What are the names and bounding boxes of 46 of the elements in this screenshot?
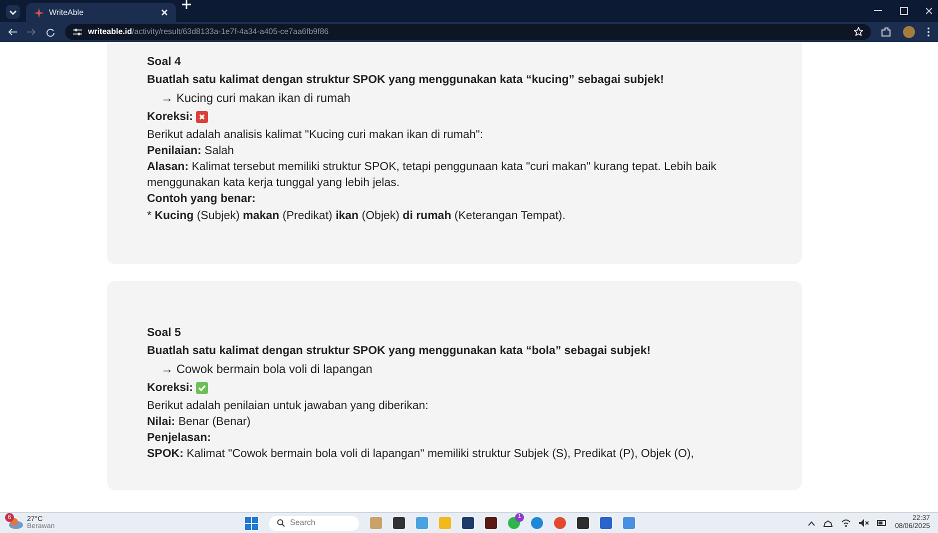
section-heading: Penjelasan: [147, 430, 212, 446]
site-settings-icon[interactable] [73, 28, 82, 36]
tab-title: WriteAble [49, 6, 84, 18]
feedback-text: Nilai: Benar (Benar) [147, 414, 252, 430]
question-title: Soal 5 [147, 326, 182, 341]
correction-label: Koreksi: [147, 110, 194, 125]
app-icon[interactable] [577, 517, 589, 529]
maximize-icon[interactable] [900, 7, 908, 15]
browser-tab[interactable]: WriteAble [26, 3, 176, 22]
search-icon [277, 519, 285, 527]
answer-text: → Kucing curi makan ikan di rumah [160, 90, 352, 107]
app-icon[interactable] [485, 517, 497, 529]
correction-label: Koreksi: [147, 380, 194, 396]
new-tab-icon[interactable] [182, 0, 191, 10]
feedback-text: SPOK: Kalimat "Cowok bermain bola voli di lapangan" memiliki struktur Subjek (S), Predikat (P), Objek (O), [147, 447, 695, 462]
site-logo-icon [34, 8, 44, 18]
battery-icon[interactable] [876, 520, 887, 526]
menu-icon[interactable] [927, 27, 930, 37]
app-icon[interactable] [393, 517, 405, 529]
wifi-icon[interactable] [840, 519, 851, 527]
tab-search-icon[interactable] [6, 5, 20, 19]
question-prompt: Buatlah satu kalimat dengan struktur SPOK yang menggunakan kata “kucing” sebagai subjek! [147, 73, 665, 88]
speaker-muted-icon[interactable] [858, 519, 869, 527]
feedback-text: Berikut adalah analisis kalimat "Kucing curi makan ikan di rumah": [147, 128, 484, 144]
feedback-text: Berikut adalah penilaian untuk jawaban yang diberikan: [147, 398, 430, 414]
profile-avatar-icon[interactable] [903, 26, 915, 38]
close-icon[interactable] [926, 7, 932, 15]
answer-text: → Cowok bermain bola voli di lapangan [160, 360, 374, 378]
feedback-text: Alasan: Kalimat tersebut memiliki struktur SPOK, tetapi penggunaan kata "curi makan" kurang tepat. Lebih baik menggunakan kata kerja tunggal yang lebih jelas. [147, 160, 718, 192]
star-icon[interactable] [854, 27, 863, 36]
reload-icon[interactable] [46, 28, 55, 36]
feedback-text: *Kucing (Subjek) makan (Predikat) ikan (Objek) di rumah (Keterangan Tempat). [147, 208, 566, 224]
question-prompt: Buatlah satu kalimat dengan struktur SPOK yang menggunakan kata “bola” sebagai subjek! [147, 344, 652, 359]
app-icon[interactable] [462, 517, 474, 529]
address-bar[interactable]: writeable.id/activity/result/63d8133a-1e7f-4a34-a405-ce7aa6fb9f86 [65, 24, 871, 40]
feedback-text: Penilaian: Salah [147, 144, 235, 160]
chevron-up-icon[interactable] [808, 520, 815, 526]
start-icon[interactable] [245, 516, 258, 530]
minimize-icon[interactable] [874, 10, 882, 12]
forward-icon[interactable] [27, 28, 36, 36]
extensions-icon[interactable] [881, 27, 891, 37]
url-text: writeable.id/activity/result/63d8133a-1e7f-4a34-a405-ce7aa6fb9f86 [88, 26, 329, 38]
back-icon[interactable] [8, 28, 17, 36]
question-title: Soal 4 [147, 55, 182, 70]
search-field[interactable]: Search [269, 516, 359, 530]
section-heading: Contoh yang benar: [147, 192, 257, 208]
